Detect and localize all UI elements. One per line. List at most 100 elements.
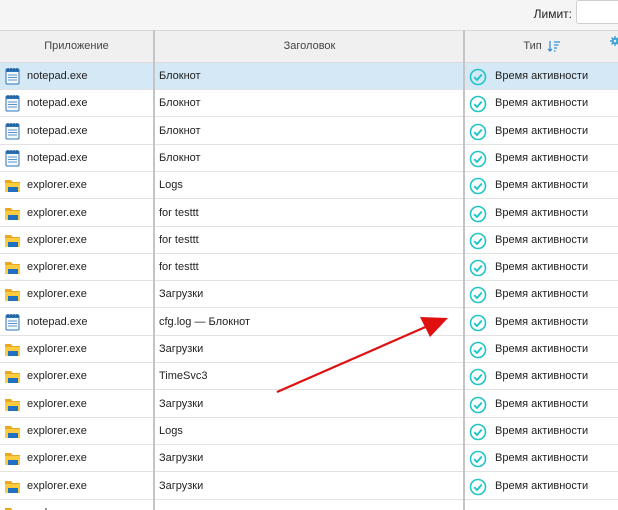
table-row[interactable]: explorer.exe	[0, 499, 618, 510]
cell-title: Блокнот	[159, 97, 201, 110]
cell-type: Время активности	[495, 343, 589, 355]
cell-app: explorer.exe	[27, 479, 87, 492]
cell-app: explorer.exe	[27, 370, 87, 383]
cell-title: Загрузки	[159, 343, 204, 355]
folder-icon	[4, 204, 21, 222]
toolbar: Лимит:	[0, 0, 618, 30]
cell-app: explorer.exe	[27, 206, 87, 219]
table-row[interactable]: explorer.exe Загрузки Время активности	[0, 281, 618, 309]
check-circle-icon	[469, 123, 487, 141]
cell-app: explorer.exe	[27, 343, 87, 355]
column-header-app[interactable]: Приложение	[0, 31, 153, 62]
table-row[interactable]: explorer.exe for testtt Время активности	[0, 226, 618, 254]
table-header: Приложение Заголовок Тип	[0, 30, 618, 63]
cell-type: Время активности	[495, 233, 589, 246]
notepad-icon	[4, 94, 21, 112]
cell-type: Время активности	[495, 206, 589, 219]
folder-icon	[4, 477, 21, 495]
table-row[interactable]: explorer.exe Загрузки Время активности	[0, 472, 618, 500]
check-circle-icon	[469, 232, 487, 250]
cell-type: Время активности	[495, 179, 589, 192]
cell-app: notepad.exe	[27, 70, 88, 82]
cell-title: Загрузки	[159, 479, 204, 492]
table-row[interactable]: notepad.exe Блокнот Время активности	[0, 90, 618, 118]
limit-label: Лимит:	[533, 7, 572, 21]
check-circle-icon	[469, 314, 487, 332]
folder-icon	[4, 176, 21, 194]
column-divider[interactable]	[153, 30, 155, 510]
folder-icon	[4, 449, 21, 467]
cell-title: TimeSvc3	[159, 370, 208, 383]
table-row[interactable]: explorer.exe for testtt Время активности	[0, 199, 618, 227]
check-circle-icon	[469, 478, 487, 496]
check-circle-icon	[469, 450, 487, 468]
cell-app: explorer.exe	[27, 288, 87, 301]
table-row[interactable]: explorer.exe Загрузки Время активности	[0, 445, 618, 473]
cell-app: explorer.exe	[27, 452, 87, 465]
cell-title: Logs	[159, 424, 183, 437]
cell-app: notepad.exe	[27, 97, 88, 110]
cell-type: Время активности	[495, 151, 589, 164]
gear-icon[interactable]	[610, 36, 618, 46]
cell-app: explorer.exe	[27, 500, 87, 510]
table-row[interactable]: explorer.exe Загрузки Время активности	[0, 390, 618, 418]
column-header-title-label: Заголовок	[283, 40, 336, 52]
cell-title: Блокнот	[159, 151, 201, 164]
column-header-type-label: Тип	[523, 40, 542, 52]
cell-title: for testtt	[159, 233, 199, 246]
column-divider[interactable]	[463, 30, 465, 510]
cell-title: for testtt	[159, 261, 199, 274]
cell-title: Загрузки	[159, 288, 204, 301]
cell-app: explorer.exe	[27, 179, 87, 192]
column-header-title[interactable]: Заголовок	[155, 31, 464, 62]
cell-type: Время активности	[495, 124, 589, 137]
table-row[interactable]: notepad.exe Блокнот Время активности	[0, 63, 618, 90]
folder-icon	[4, 231, 21, 249]
table-row[interactable]: notepad.exe Блокнот Время активности	[0, 117, 618, 145]
table-row[interactable]: explorer.exe for testtt Время активности	[0, 254, 618, 282]
cell-app: explorer.exe	[27, 424, 87, 437]
cell-app: explorer.exe	[27, 261, 87, 274]
cell-title: Блокнот	[159, 124, 201, 137]
cell-type: Время активности	[495, 479, 589, 492]
check-circle-icon	[469, 177, 487, 195]
table-row[interactable]: notepad.exe Блокнот Время активности	[0, 144, 618, 172]
cell-type: Время активности	[495, 288, 589, 301]
cell-title: Logs	[159, 179, 183, 192]
check-circle-icon	[469, 396, 487, 414]
table-row[interactable]: explorer.exe Загрузки Время активности	[0, 336, 618, 363]
folder-icon	[4, 422, 21, 440]
check-circle-icon	[469, 259, 487, 277]
notepad-icon	[4, 313, 21, 331]
cell-title: for testtt	[159, 206, 199, 219]
sort-descending-icon[interactable]	[547, 40, 561, 53]
folder-icon	[4, 285, 21, 303]
column-header-type[interactable]: Тип	[466, 31, 618, 62]
cell-type: Время активности	[495, 370, 589, 383]
limit-input[interactable]	[576, 0, 618, 24]
table-row[interactable]: notepad.exe cfg.log — Блокнот Время активн…	[0, 308, 618, 336]
check-circle-icon	[469, 368, 487, 386]
cell-type: Время активности	[495, 315, 589, 328]
folder-icon	[4, 340, 21, 358]
table-row[interactable]: explorer.exe Logs Время активности	[0, 172, 618, 200]
check-circle-icon	[469, 341, 487, 359]
table-row[interactable]: explorer.exe TimeSvc3 Время активности	[0, 363, 618, 391]
cell-type: Время активности	[495, 70, 589, 82]
cell-app: explorer.exe	[27, 397, 87, 410]
cell-type: Время активности	[495, 97, 589, 110]
folder-icon	[4, 395, 21, 413]
table-row[interactable]: explorer.exe Logs Время активности	[0, 417, 618, 445]
check-circle-icon	[469, 205, 487, 223]
cell-title: Блокнот	[159, 70, 201, 82]
cell-title: Загрузки	[159, 452, 204, 465]
check-circle-icon	[469, 95, 487, 113]
cell-type: Время активности	[495, 424, 589, 437]
cell-type: Время активности	[495, 397, 589, 410]
cell-title: Загрузки	[159, 397, 204, 410]
cell-type: Время активности	[495, 261, 589, 274]
notepad-icon	[4, 122, 21, 140]
cell-app: notepad.exe	[27, 124, 88, 137]
notepad-icon	[4, 67, 21, 85]
cell-app: explorer.exe	[27, 233, 87, 246]
